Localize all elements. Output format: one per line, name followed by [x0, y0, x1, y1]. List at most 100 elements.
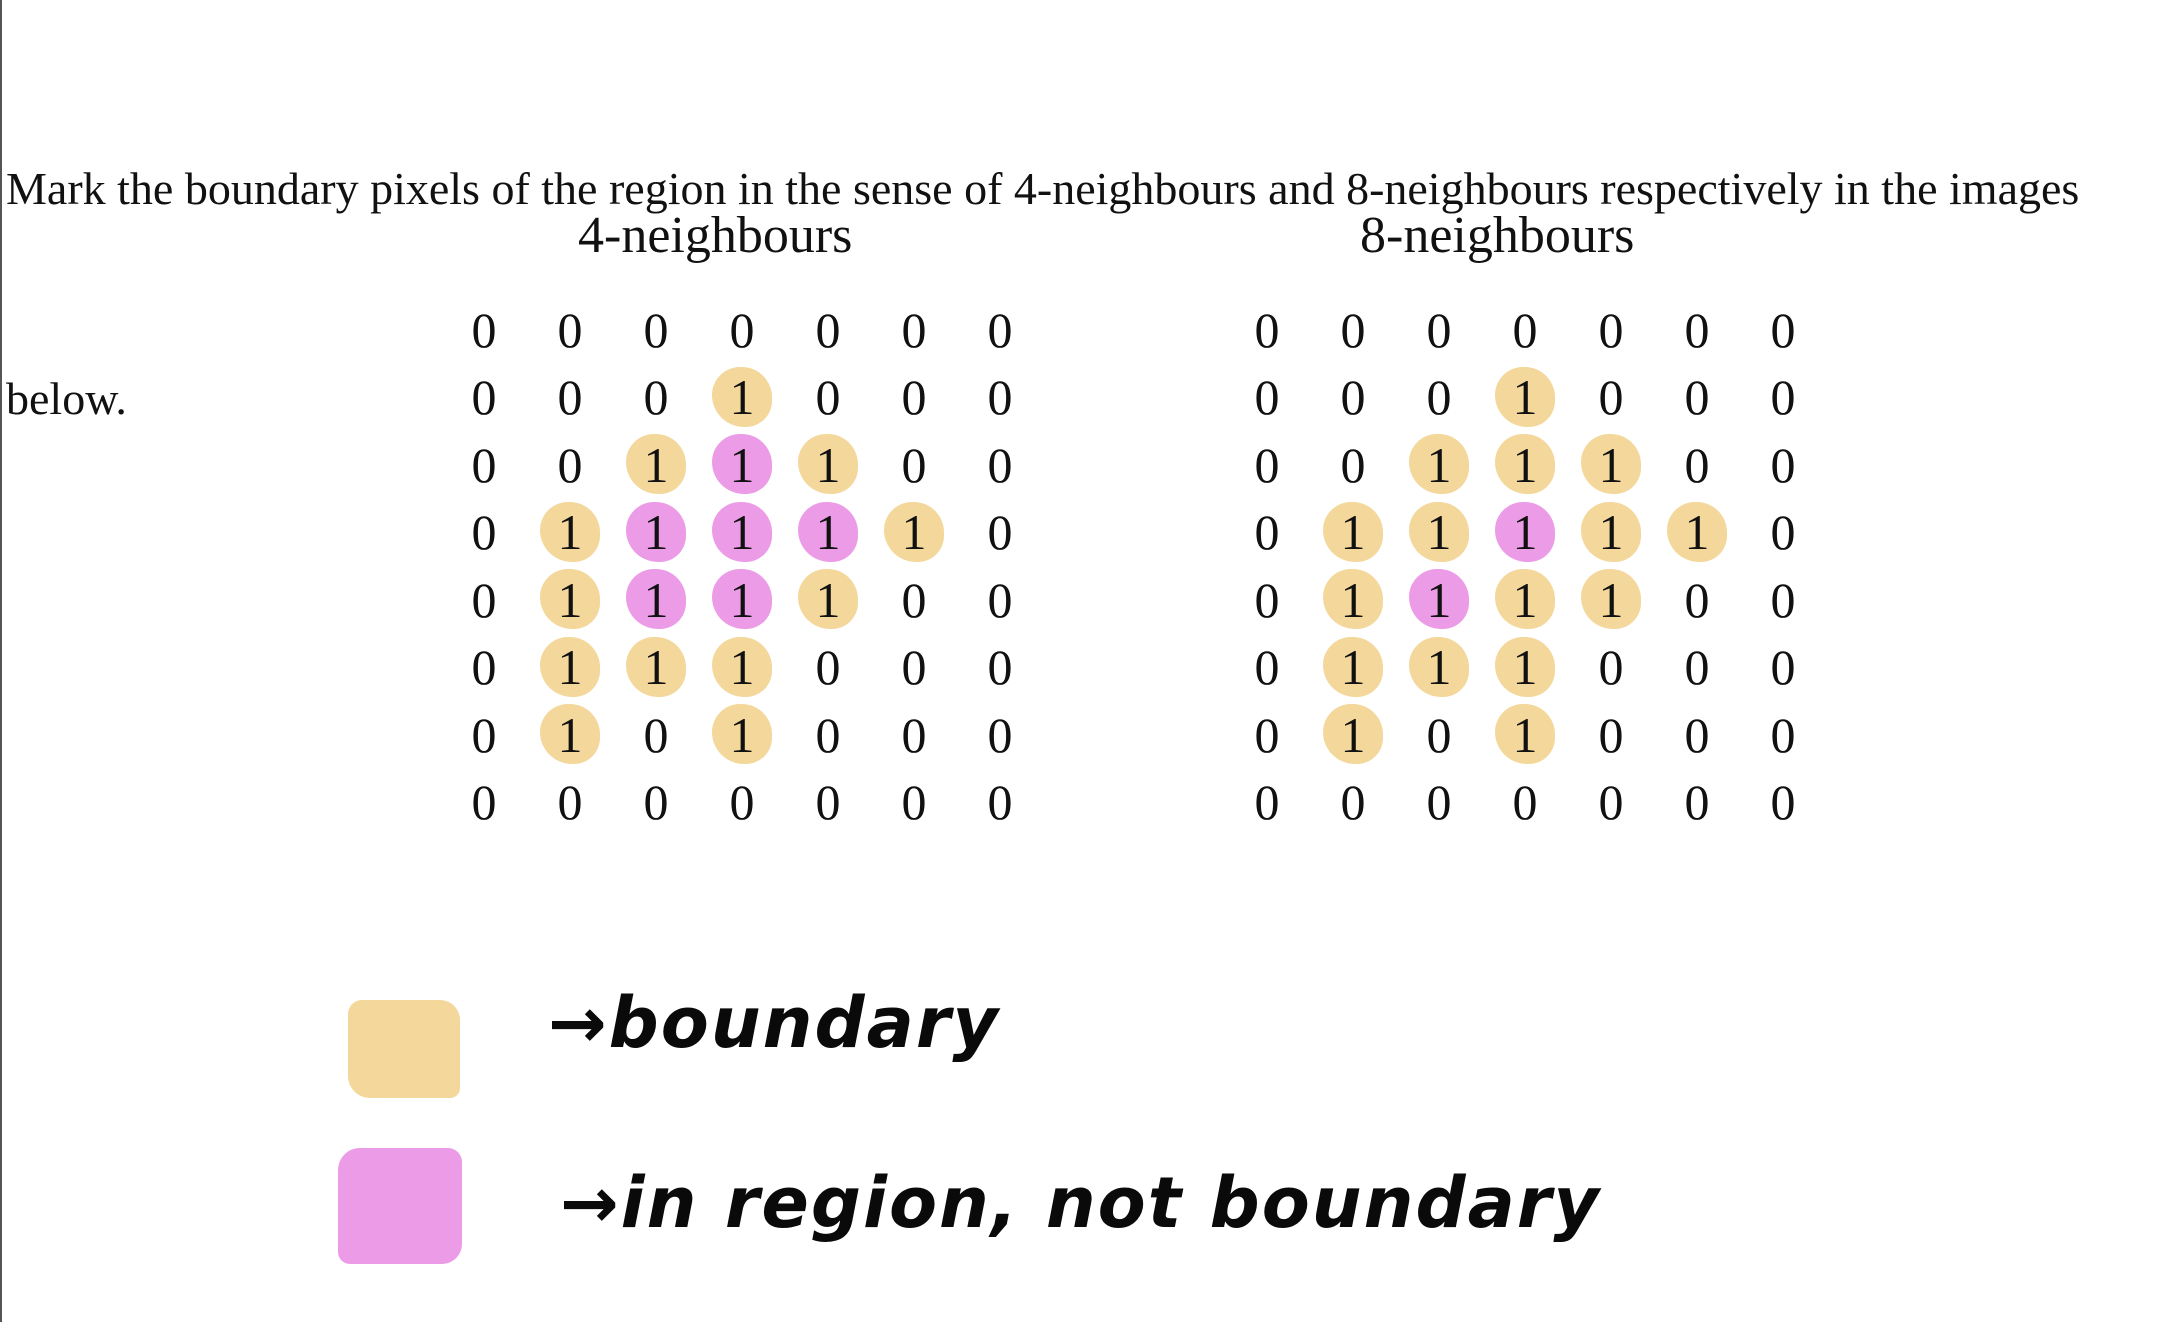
grid-cell: 0 [957, 364, 1043, 432]
pixel-value: 1 [1684, 504, 1710, 561]
pixel-value: 0 [729, 301, 755, 358]
pixel-value: 1 [643, 571, 669, 628]
grid-cell: 1 [699, 499, 785, 567]
grid-cell: 1 [699, 364, 785, 432]
pixel-value: 0 [987, 369, 1013, 426]
grid-cell: 1 [613, 431, 699, 499]
pixel-value: 0 [643, 301, 669, 358]
grid-cell: 1 [1482, 364, 1568, 432]
grid-cell: 0 [957, 566, 1043, 634]
grid-cell: 0 [1568, 296, 1654, 364]
pixel-value: 0 [1254, 774, 1280, 831]
grid-cell: 0 [871, 296, 957, 364]
pixel-value: 0 [557, 369, 583, 426]
pixel-value: 0 [471, 639, 497, 696]
pixel-value: 0 [643, 369, 669, 426]
pixel-value: 1 [643, 639, 669, 696]
grid-cell: 1 [1482, 701, 1568, 769]
grid-cell: 1 [1482, 499, 1568, 567]
grid-cell: 0 [1654, 769, 1740, 837]
grid-cell: 1 [1310, 701, 1396, 769]
grid-title-4-neighbours: 4-neighbours [578, 207, 853, 264]
grid-cell: 1 [1482, 431, 1568, 499]
grid-cell: 1 [613, 634, 699, 702]
pixel-value: 0 [1340, 774, 1366, 831]
grid-cell: 0 [785, 634, 871, 702]
pixel-value: 0 [557, 301, 583, 358]
grid-cell: 0 [613, 364, 699, 432]
pixel-value: 0 [815, 369, 841, 426]
pixel-value: 0 [471, 301, 497, 358]
grid-cell: 1 [527, 499, 613, 567]
pixel-value: 0 [1426, 706, 1452, 763]
pixel-value: 1 [643, 436, 669, 493]
pixel-value: 0 [1254, 706, 1280, 763]
pixel-value: 0 [1598, 639, 1624, 696]
grid-cell: 0 [613, 701, 699, 769]
grid-cell: 0 [1740, 499, 1826, 567]
pixel-value: 0 [1254, 639, 1280, 696]
grid-cell: 0 [1654, 634, 1740, 702]
pixel-value: 0 [987, 706, 1013, 763]
pixel-value: 0 [1770, 706, 1796, 763]
pixel-value: 0 [901, 639, 927, 696]
pixel-value: 1 [1426, 504, 1452, 561]
pixel-value: 0 [729, 774, 755, 831]
grid-cell: 0 [613, 769, 699, 837]
pixel-value: 0 [901, 436, 927, 493]
grid-cell: 0 [1224, 701, 1310, 769]
pixel-value: 0 [815, 706, 841, 763]
grid-cell: 0 [613, 296, 699, 364]
pixel-value: 0 [1770, 436, 1796, 493]
pixel-value: 0 [1254, 436, 1280, 493]
grid-cell: 0 [871, 566, 957, 634]
grid-cell: 0 [871, 364, 957, 432]
grid-cell: 0 [527, 431, 613, 499]
pixel-value: 1 [1598, 436, 1624, 493]
grid-cell: 0 [957, 499, 1043, 567]
grid-cell: 0 [957, 769, 1043, 837]
pixel-value: 1 [557, 571, 583, 628]
pixel-value: 0 [901, 301, 927, 358]
grid-cell: 0 [1654, 296, 1740, 364]
grid-cell: 0 [957, 431, 1043, 499]
pixel-value: 1 [1426, 571, 1452, 628]
pixel-value: 0 [1254, 504, 1280, 561]
grid-title-8-neighbours: 8-neighbours [1360, 207, 1635, 264]
pixel-value: 0 [987, 504, 1013, 561]
grid-cell: 0 [1482, 296, 1568, 364]
grid-cell: 0 [1396, 701, 1482, 769]
pixel-value: 0 [1770, 774, 1796, 831]
pixel-value: 1 [729, 369, 755, 426]
grid-cell: 0 [1654, 431, 1740, 499]
pixel-value: 1 [1512, 369, 1538, 426]
grid-cell: 1 [1568, 499, 1654, 567]
grid-cell: 0 [441, 566, 527, 634]
grid-cell: 0 [441, 364, 527, 432]
pixel-value: 0 [987, 301, 1013, 358]
grid-cell: 1 [699, 431, 785, 499]
grid-cell: 0 [1740, 701, 1826, 769]
grid-cell: 0 [1224, 431, 1310, 499]
pixel-value: 0 [471, 369, 497, 426]
grid-cell: 0 [441, 769, 527, 837]
grid-cell: 1 [785, 499, 871, 567]
grid-cell: 0 [1224, 634, 1310, 702]
pixel-value: 0 [1254, 571, 1280, 628]
pixel-value: 0 [901, 571, 927, 628]
pixel-grid-4-neighbours: 0 0 0 0 0 0 0 0 0 0 1 0 0 0 0 0 1 1 1 0 0 0 1 1 1 1 1 0 0 1 1 1 1 0 0 0 1 1 1 0… [441, 296, 1041, 836]
grid-cell: 1 [871, 499, 957, 567]
pixel-value: 0 [1684, 774, 1710, 831]
grid-cell: 1 [1310, 566, 1396, 634]
grid-cell: 1 [527, 701, 613, 769]
pixel-value: 0 [557, 774, 583, 831]
pixel-value: 0 [901, 706, 927, 763]
grid-cell: 0 [1224, 364, 1310, 432]
boundary-legend-label: →boundary [548, 982, 1001, 1064]
boundary-legend-swatch [348, 1000, 460, 1098]
pixel-value: 0 [1512, 774, 1538, 831]
grid-cell: 0 [1568, 364, 1654, 432]
pixel-value: 1 [1512, 504, 1538, 561]
grid-cell: 1 [1396, 566, 1482, 634]
grid-cell: 0 [785, 296, 871, 364]
